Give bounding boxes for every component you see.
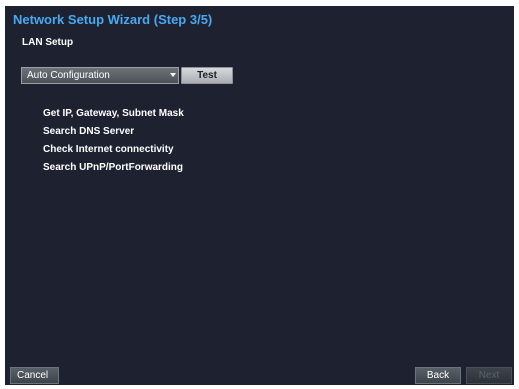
step-check-internet: Check Internet connectivity [43, 144, 174, 155]
back-button[interactable]: Back [415, 367, 461, 384]
configuration-mode-value: Auto Configuration [27, 70, 110, 81]
cancel-button[interactable]: Cancel [10, 367, 59, 384]
step-search-upnp: Search UPnP/PortForwarding [43, 162, 184, 173]
next-button[interactable]: Next [466, 367, 512, 384]
network-setup-wizard-window: Network Setup Wizard (Step 3/5) LAN Setu… [5, 6, 514, 385]
step-search-dns: Search DNS Server [43, 126, 135, 137]
section-title: LAN Setup [22, 37, 74, 48]
wizard-title: Network Setup Wizard (Step 3/5) [13, 12, 213, 27]
test-button[interactable]: Test [181, 67, 233, 84]
chevron-down-icon [170, 73, 176, 77]
step-get-ip: Get IP, Gateway, Subnet Mask [43, 108, 184, 119]
configuration-steps-list: Get IP, Gateway, Subnet Mask Search DNS … [43, 106, 184, 178]
configuration-mode-dropdown[interactable]: Auto Configuration [21, 67, 179, 84]
